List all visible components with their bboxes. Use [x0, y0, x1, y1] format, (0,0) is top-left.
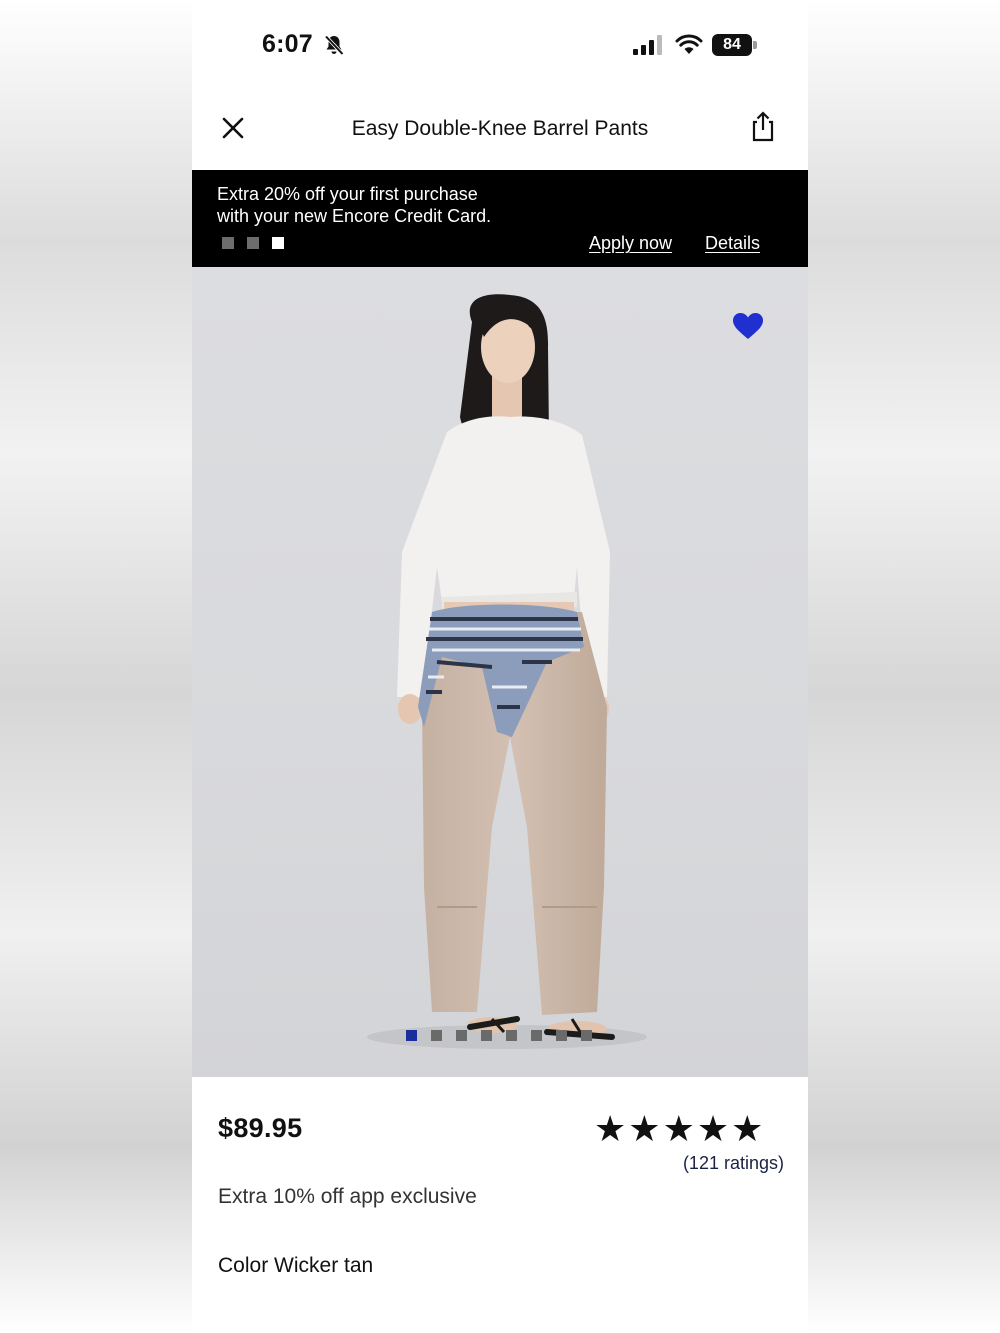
- details-link[interactable]: Details: [705, 233, 760, 254]
- status-bar: 6:07 84: [192, 0, 808, 90]
- page-title: Easy Double-Knee Barrel Pants: [351, 117, 649, 140]
- star-icon: ★: [696, 1108, 732, 1149]
- wifi-icon: [675, 34, 703, 54]
- promo-text: Extra 20% off your first purchase with y…: [217, 183, 577, 227]
- status-time: 6:07: [262, 30, 313, 58]
- promo-slide-dot[interactable]: [222, 237, 234, 249]
- share-icon[interactable]: [745, 109, 781, 145]
- background-right: [808, 0, 1000, 1333]
- star-icon: ★: [594, 1108, 629, 1149]
- ratings-count-link[interactable]: (121 ratings): [683, 1153, 784, 1174]
- image-carousel-indicator: [192, 1030, 808, 1044]
- carousel-dot[interactable]: [506, 1030, 517, 1041]
- carousel-dot[interactable]: [581, 1030, 592, 1041]
- apply-now-link[interactable]: Apply now: [589, 233, 672, 254]
- carousel-dot[interactable]: [481, 1030, 492, 1041]
- color-selection: Color Wicker tan: [218, 1254, 373, 1278]
- star-icon: ★: [628, 1108, 663, 1149]
- promo-banner: Extra 20% off your first purchase with y…: [192, 170, 808, 267]
- product-photo: [367, 294, 647, 1049]
- background-left: [0, 0, 192, 1333]
- promo-slide-dot[interactable]: [247, 237, 259, 249]
- promo-line-2: with your new Encore Credit Card.: [217, 206, 492, 226]
- battery-level: 84: [712, 34, 752, 56]
- bell-slash-icon: [324, 35, 344, 56]
- battery-icon: 84: [712, 34, 758, 56]
- star-rating[interactable]: ★★★★★: [594, 1108, 765, 1150]
- color-value: Wicker tan: [274, 1254, 374, 1277]
- promo-line-1: Extra 20% off your first purchase: [217, 184, 478, 204]
- star-icon: ★: [662, 1108, 697, 1149]
- carousel-dot[interactable]: [556, 1030, 567, 1041]
- carousel-dot[interactable]: [431, 1030, 442, 1041]
- carousel-dot[interactable]: [456, 1030, 467, 1041]
- signal-icon: [633, 35, 662, 55]
- promo-slide-dot-active[interactable]: [272, 237, 284, 249]
- product-price: $89.95: [218, 1113, 303, 1143]
- star-icon: ★: [731, 1108, 766, 1149]
- product-image-gallery[interactable]: [192, 267, 808, 1077]
- carousel-dot-active[interactable]: [406, 1030, 417, 1041]
- color-label: Color: [218, 1254, 269, 1277]
- battery-cap: [753, 41, 757, 49]
- carousel-dot[interactable]: [531, 1030, 542, 1041]
- app-offer-text: Extra 10% off app exclusive: [218, 1185, 477, 1208]
- product-header: Easy Double-Knee Barrel Pants: [192, 95, 808, 170]
- phone-screen: 6:07 84 Easy Double-Knee Barrel Pants Ex…: [192, 0, 808, 1333]
- heart-icon[interactable]: [732, 312, 764, 340]
